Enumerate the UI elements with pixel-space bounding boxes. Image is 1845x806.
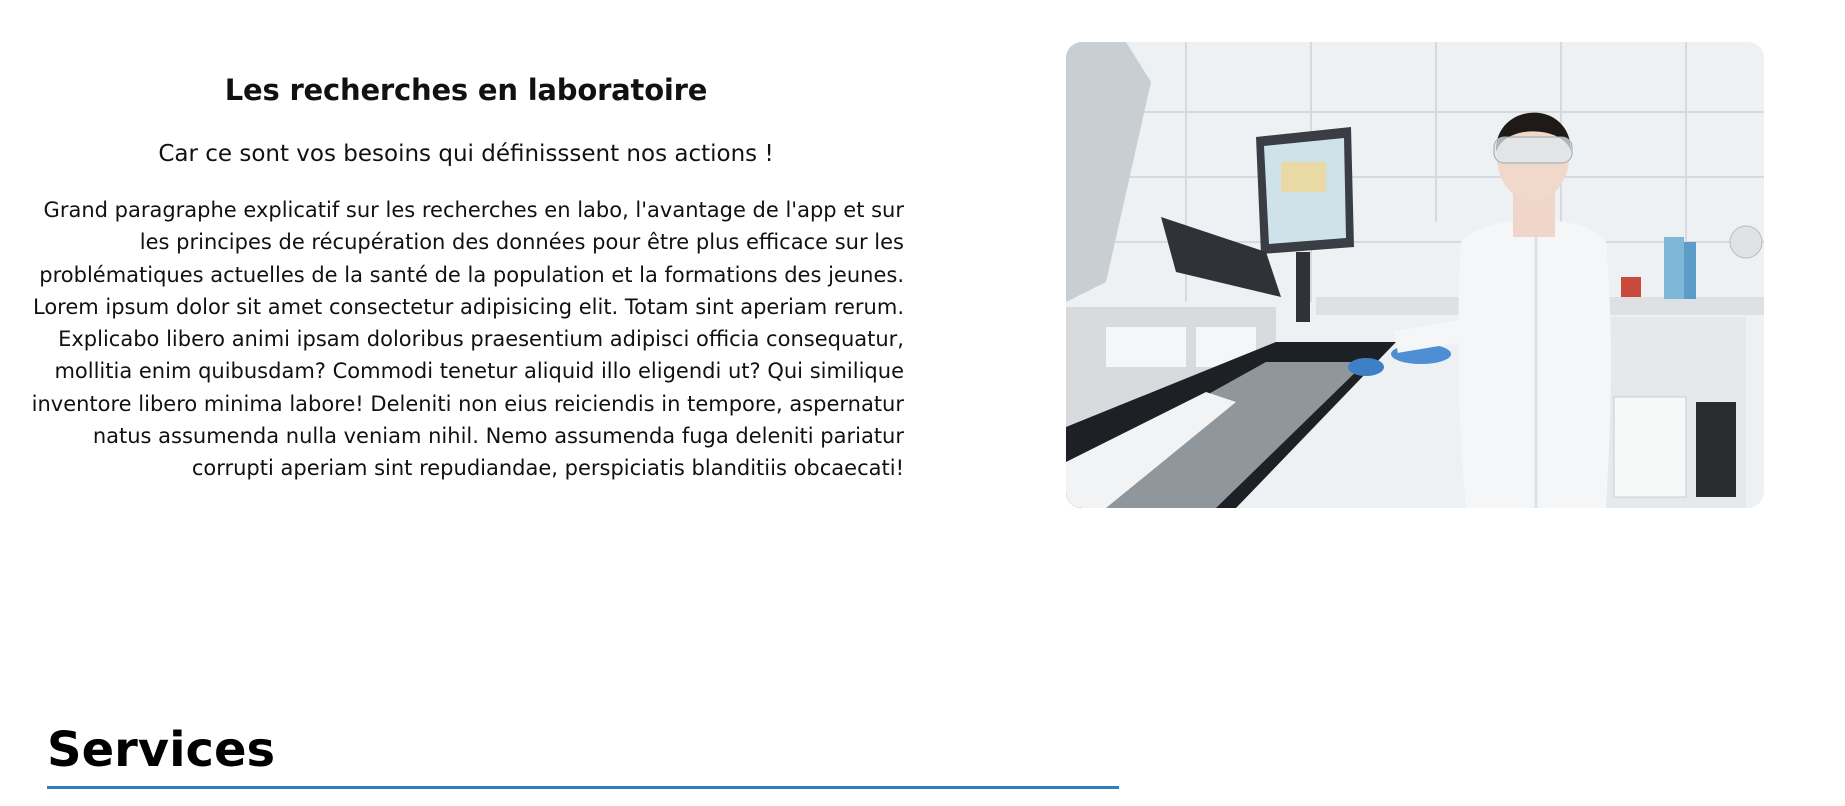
- services-section: Services: [47, 720, 1119, 789]
- monitor-post: [1296, 252, 1310, 322]
- coat-sleeve: [1394, 316, 1488, 353]
- lab-photo-illustration: [1066, 42, 1764, 508]
- safety-goggles: [1493, 136, 1573, 164]
- binder-2: [1684, 242, 1696, 299]
- screen-window: [1281, 162, 1326, 192]
- glove-right: [1348, 358, 1384, 376]
- services-underline: [47, 786, 1119, 789]
- lab-scientist-photo: [1066, 42, 1764, 508]
- lab-research-section: Les recherches en laboratoire Car ce son…: [28, 70, 904, 485]
- lab-section-title: Les recherches en laboratoire: [224, 73, 708, 107]
- pc-tower: [1696, 402, 1736, 497]
- wall-device: [1729, 225, 1763, 259]
- lab-section-paragraph: Grand paragraphe explicatif sur les rech…: [31, 198, 904, 481]
- binder: [1664, 237, 1684, 299]
- bin: [1613, 396, 1687, 498]
- services-title: Services: [47, 722, 276, 778]
- red-bottle: [1621, 277, 1641, 297]
- lab-section-subtitle: Car ce sont vos besoins qui définisssent…: [158, 141, 774, 167]
- label-sticker: [1106, 327, 1186, 367]
